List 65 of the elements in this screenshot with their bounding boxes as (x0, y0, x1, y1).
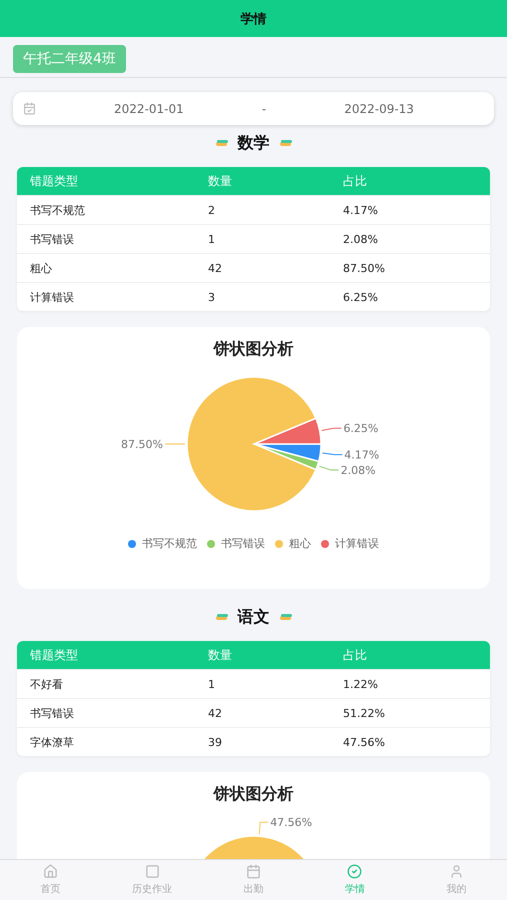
table-cell-text: 1 (208, 678, 216, 690)
leader-line (318, 466, 340, 471)
subject-title: 数学 (238, 132, 270, 154)
tab-item[interactable]: 首页 (0, 860, 102, 900)
square-icon (144, 864, 160, 879)
column-header: 占比 (343, 172, 368, 190)
table-cell-text: 2.08% (343, 232, 379, 246)
table-cell-text: 51.22% (343, 706, 386, 720)
value-label: 4.17% (344, 448, 380, 462)
table-cell-text: 书写错误 (30, 232, 75, 246)
chart-title: 饼状图分析 (214, 339, 294, 360)
table-cell-text: 粗心 (30, 260, 53, 276)
value-label: 6.25% (343, 422, 378, 436)
legend-label: 书写不规范 (142, 536, 197, 551)
table-cell-text: 42 (208, 262, 223, 274)
dash-icon (280, 140, 292, 146)
chart-title: 饼状图分析 (214, 784, 294, 805)
column-header: 错题类型 (30, 172, 79, 190)
leader-line (321, 428, 342, 432)
dash-icon (280, 614, 292, 620)
legend-label: 书写错误 (221, 536, 265, 551)
end-date: 2022-09-13 (343, 102, 415, 116)
column-header: 错题类型 (30, 646, 79, 664)
value-label: 2.08% (340, 464, 376, 478)
value-label: 47.56% (270, 816, 312, 830)
leader-line (322, 452, 343, 456)
table-cell-text: 42 (208, 706, 223, 720)
home-icon (43, 864, 58, 879)
dash-icon (216, 614, 228, 620)
table-cell-text: 47.56% (343, 736, 386, 748)
calendar-icon (246, 864, 261, 879)
class-tag[interactable]: 午托二年级4班 (13, 45, 126, 73)
table-cell-text: 6.25% (343, 290, 379, 304)
table-cell-text: 4.17% (343, 204, 379, 216)
table-cell-text: 书写错误 (30, 706, 75, 720)
table-cell-text: 书写不规范 (30, 202, 86, 218)
table-cell-text: 计算错误 (30, 290, 75, 304)
legend-label: 计算错误 (335, 536, 379, 551)
calendar-icon (23, 102, 36, 115)
column-header: 数量 (208, 172, 233, 190)
table-cell-text: 不好看 (30, 676, 64, 692)
value-label: 87.50% (121, 438, 163, 451)
subject-title: 语文 (238, 606, 270, 628)
column-header: 数量 (208, 646, 233, 664)
table-cell-text: 2 (208, 204, 216, 216)
tab-item[interactable]: 历史作业 (101, 860, 203, 900)
legend-label: 粗心 (289, 536, 311, 551)
table-cell-text: 3 (208, 290, 216, 304)
table-cell-text: 1 (208, 232, 216, 246)
date-range-field[interactable]: 2022-01-01 - 2022-09-13 (13, 92, 494, 125)
table-cell-text: 字体潦草 (30, 734, 75, 750)
table-cell-text: 39 (208, 736, 223, 748)
tab-item[interactable]: 我的 (406, 860, 507, 900)
table-cell-text: 87.50% (343, 262, 386, 274)
leader-line (258, 822, 269, 835)
start-date: 2022-01-01 (113, 102, 185, 116)
date-separator: - (262, 102, 266, 116)
user-icon (448, 864, 464, 879)
check-circle-icon (347, 864, 362, 879)
table-cell-text: 1.22% (343, 678, 379, 690)
page-title: 学情 (240, 10, 266, 28)
dash-icon (216, 140, 228, 146)
column-header: 占比 (343, 646, 368, 664)
tab-item[interactable]: 学情 (304, 860, 406, 900)
tab-item[interactable]: 出勤 (202, 860, 304, 900)
